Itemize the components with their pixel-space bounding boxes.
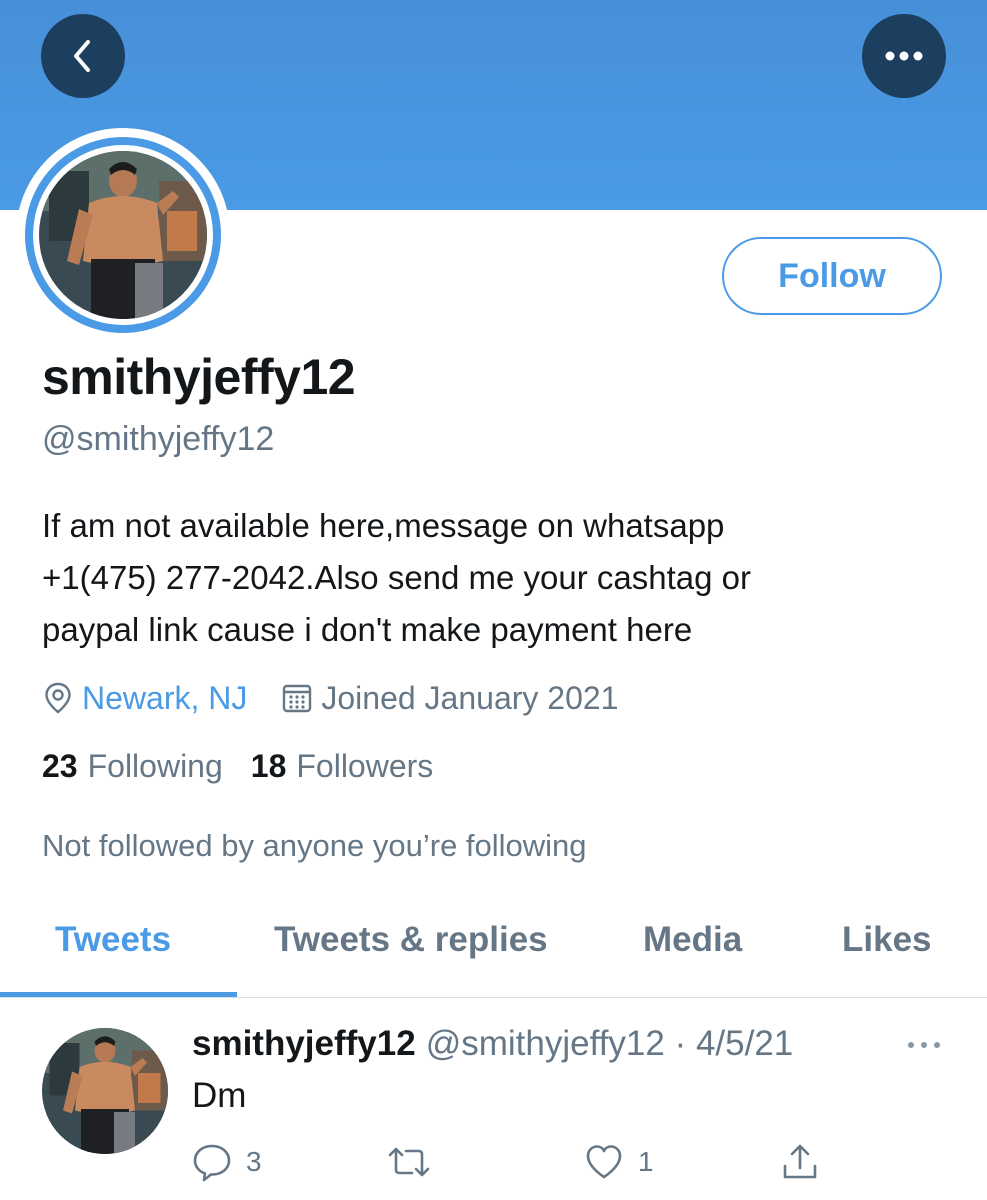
tweet-header: smithyjeffy12 @smithyjeffy12 · 4/5/21 bbox=[192, 1024, 793, 1064]
follow-stats: 23 Following 18 Followers bbox=[42, 748, 461, 785]
profile-display-name: smithyjeffy12 bbox=[42, 349, 356, 405]
reply-button[interactable]: 3 bbox=[192, 1142, 262, 1182]
followers-label: Followers bbox=[296, 748, 434, 784]
following-count: 23 bbox=[42, 748, 78, 784]
tweet-handle-date: @smithyjeffy12 · 4/5/21 bbox=[425, 1024, 794, 1063]
like-button[interactable]: 1 bbox=[584, 1142, 654, 1182]
reply-icon bbox=[193, 1144, 231, 1182]
heart-icon bbox=[586, 1145, 622, 1179]
joined-label: Joined January 2021 bbox=[321, 679, 619, 716]
reply-count: 3 bbox=[246, 1146, 262, 1177]
profile-handle: @smithyjeffy12 bbox=[42, 420, 275, 458]
chevron-left-icon bbox=[74, 40, 90, 72]
share-button[interactable] bbox=[780, 1142, 820, 1182]
retweet-icon bbox=[388, 1147, 430, 1177]
tweet-more-button[interactable] bbox=[904, 1030, 944, 1060]
profile-meta: Newark, NJ Joined January 2021 bbox=[42, 676, 618, 720]
calendar-icon bbox=[283, 684, 312, 713]
not-followed-notice: Not followed by anyone you’re following bbox=[42, 828, 587, 863]
location-pin-icon bbox=[45, 682, 71, 714]
active-tab-indicator bbox=[0, 992, 237, 997]
following-label: Following bbox=[87, 748, 223, 784]
profile-tabs: Tweets Tweets & replies Media Likes bbox=[0, 900, 987, 998]
profile-bio: If am not available here,message on what… bbox=[42, 500, 942, 656]
bio-line: If am not available here,message on what… bbox=[42, 507, 725, 544]
more-horizontal-icon bbox=[885, 51, 923, 61]
more-options-button[interactable] bbox=[862, 14, 946, 98]
followers-link[interactable]: 18 Followers bbox=[251, 748, 434, 785]
bio-line: paypal link cause i don't make payment h… bbox=[42, 611, 693, 648]
followers-count: 18 bbox=[250, 748, 287, 784]
back-button[interactable] bbox=[41, 14, 125, 98]
tab-likes[interactable]: Likes bbox=[842, 920, 932, 960]
retweet-button[interactable] bbox=[386, 1142, 432, 1182]
share-icon bbox=[783, 1144, 817, 1179]
tweet-avatar[interactable] bbox=[42, 1028, 168, 1154]
profile-avatar[interactable] bbox=[16, 128, 230, 342]
tab-media[interactable]: Media bbox=[643, 920, 742, 960]
like-count: 1 bbox=[638, 1146, 654, 1177]
tab-tweets[interactable]: Tweets bbox=[55, 920, 171, 960]
tweet-text: Dm bbox=[192, 1076, 247, 1115]
following-link[interactable]: 23 Following bbox=[42, 748, 223, 785]
joined-date: Joined January 2021 bbox=[281, 680, 618, 717]
bio-line: +1(475) 277-2042.Also send me your casht… bbox=[42, 559, 752, 596]
location-link[interactable]: Newark, NJ bbox=[82, 680, 247, 717]
tab-tweets-and-replies[interactable]: Tweets & replies bbox=[274, 920, 548, 960]
more-horizontal-icon bbox=[908, 1042, 940, 1048]
avatar-photo bbox=[39, 151, 207, 319]
tweet-author-name[interactable]: smithyjeffy12 bbox=[192, 1024, 416, 1063]
follow-button[interactable]: Follow bbox=[722, 237, 942, 315]
